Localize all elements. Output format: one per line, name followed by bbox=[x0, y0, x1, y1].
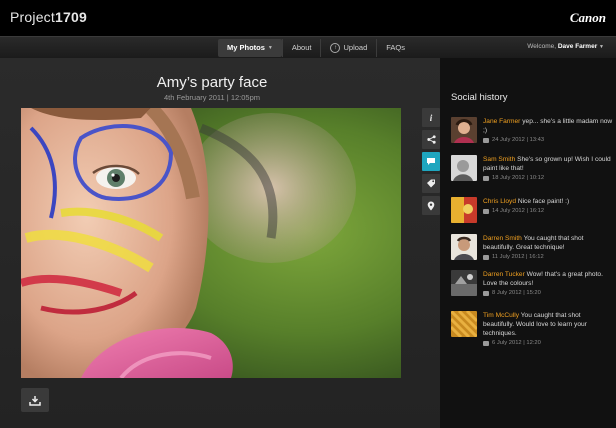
comment-text: Sam Smith She's so grown up! Wish I coul… bbox=[483, 155, 613, 173]
comment-bubble-icon bbox=[483, 290, 489, 296]
comment-meta: 24 July 2012 | 13:43 bbox=[483, 137, 544, 143]
nav-label: My Photos bbox=[227, 43, 265, 52]
comment-bubble-icon bbox=[483, 208, 489, 214]
photo-panel: Amy’s party face 4th February 2011 | 12:… bbox=[0, 58, 440, 428]
comment-text: Chris Lloyd Nice face paint! :) bbox=[483, 197, 613, 206]
comment-body: Nice face paint! :) bbox=[517, 198, 570, 205]
comment-author[interactable]: Sam Smith bbox=[483, 156, 515, 163]
comment-meta: 6 July 2012 | 12:20 bbox=[483, 340, 541, 346]
avatar[interactable] bbox=[451, 311, 477, 337]
avatar[interactable] bbox=[451, 117, 477, 143]
comment-date: 18 July 2012 | 10:12 bbox=[492, 175, 545, 181]
comment-date: 14 July 2012 | 16:12 bbox=[492, 208, 545, 214]
main-photo[interactable] bbox=[21, 108, 401, 378]
user-name: Dave Farmer bbox=[557, 43, 598, 50]
comment-bubble-icon bbox=[483, 254, 489, 260]
welcome-text: Welcome, bbox=[527, 43, 557, 50]
nav-label: FAQs bbox=[386, 43, 406, 52]
comment-bubble-icon bbox=[483, 340, 489, 346]
avatar[interactable] bbox=[451, 234, 477, 260]
comment-author[interactable]: Tim McCully bbox=[483, 312, 519, 319]
download-button[interactable] bbox=[21, 388, 49, 412]
avatar[interactable] bbox=[451, 155, 477, 181]
comment-author[interactable]: Darren Tucker bbox=[483, 271, 525, 278]
chevron-down-icon: ▼ bbox=[267, 45, 273, 51]
social-sidebar: Social history Jane Farmer yep... she's … bbox=[440, 58, 616, 428]
social-history-title: Social history bbox=[451, 92, 508, 103]
main-nav: My Photos ▼ About ↑ Upload FAQs bbox=[218, 39, 414, 57]
comment-meta: 18 July 2012 | 10:12 bbox=[483, 175, 544, 181]
info-icon[interactable]: i bbox=[422, 108, 440, 127]
comment-date: 6 July 2012 | 12:20 bbox=[492, 340, 541, 346]
location-icon[interactable] bbox=[422, 196, 440, 215]
comment-date: 11 July 2012 | 16:12 bbox=[492, 254, 544, 260]
list-item: Sam Smith She's so grown up! Wish I coul… bbox=[451, 155, 611, 191]
nav-item-about[interactable]: About bbox=[281, 39, 321, 57]
comment-text: Tim McCully You caught that shot beautif… bbox=[483, 311, 613, 338]
list-item: Jane Farmer yep... she's a little madam … bbox=[451, 117, 613, 153]
comment-text: Darren Tucker Wow! that's a great photo.… bbox=[483, 270, 613, 288]
tag-icon[interactable] bbox=[422, 174, 440, 193]
nav-item-my-photos[interactable]: My Photos ▼ bbox=[218, 39, 282, 57]
comment-text: Jane Farmer yep... she's a little madam … bbox=[483, 117, 613, 135]
upload-icon: ↑ bbox=[330, 43, 341, 53]
photo-title: Amy’s party face bbox=[156, 74, 268, 91]
list-item: Darren Tucker Wow! that's a great photo.… bbox=[451, 270, 611, 306]
comment-date: 24 July 2012 | 13:43 bbox=[492, 137, 545, 143]
comment-author[interactable]: Darren Smith bbox=[483, 235, 522, 242]
comment-author[interactable]: Chris Lloyd bbox=[483, 198, 516, 205]
brand-prefix: Project bbox=[10, 9, 55, 25]
top-bar: Project1709 Canon bbox=[0, 0, 616, 36]
list-item: Darren Smith You caught that shot beauti… bbox=[451, 234, 611, 270]
canon-logo[interactable]: Canon bbox=[570, 10, 606, 26]
user-menu[interactable]: Welcome, Dave Farmer ▼ bbox=[527, 43, 604, 50]
chevron-down-icon: ▼ bbox=[599, 44, 604, 50]
photo-toolbar: i bbox=[422, 108, 440, 218]
photo-date: 4th February 2011 | 12:05pm bbox=[163, 93, 261, 102]
download-icon bbox=[29, 395, 41, 406]
nav-bar: My Photos ▼ About ↑ Upload FAQs Welcome,… bbox=[0, 36, 616, 58]
avatar[interactable] bbox=[451, 197, 477, 223]
avatar[interactable] bbox=[451, 270, 477, 296]
comment-date: 8 July 2012 | 15:20 bbox=[492, 290, 541, 296]
photo-image bbox=[21, 108, 401, 378]
comment-icon[interactable] bbox=[422, 152, 440, 171]
nav-label: Upload bbox=[343, 43, 368, 52]
comment-bubble-icon bbox=[483, 175, 489, 181]
comment-meta: 11 July 2012 | 16:12 bbox=[483, 254, 544, 260]
comment-bubble-icon bbox=[483, 137, 489, 143]
brand-number: 1709 bbox=[54, 9, 87, 25]
list-item: Chris Lloyd Nice face paint! :) 14 July … bbox=[451, 197, 611, 233]
brand-logo[interactable]: Project1709 bbox=[10, 9, 87, 25]
comment-author[interactable]: Jane Farmer bbox=[483, 118, 520, 125]
comment-meta: 8 July 2012 | 15:20 bbox=[483, 290, 541, 296]
nav-label: About bbox=[291, 43, 312, 52]
list-item: Tim McCully You caught that shot beautif… bbox=[451, 311, 611, 347]
nav-item-faqs[interactable]: FAQs bbox=[376, 39, 414, 57]
comment-meta: 14 July 2012 | 16:12 bbox=[483, 208, 544, 214]
comment-text: Darren Smith You caught that shot beauti… bbox=[483, 234, 613, 252]
share-icon[interactable] bbox=[422, 130, 440, 149]
nav-item-upload[interactable]: ↑ Upload bbox=[320, 39, 376, 57]
